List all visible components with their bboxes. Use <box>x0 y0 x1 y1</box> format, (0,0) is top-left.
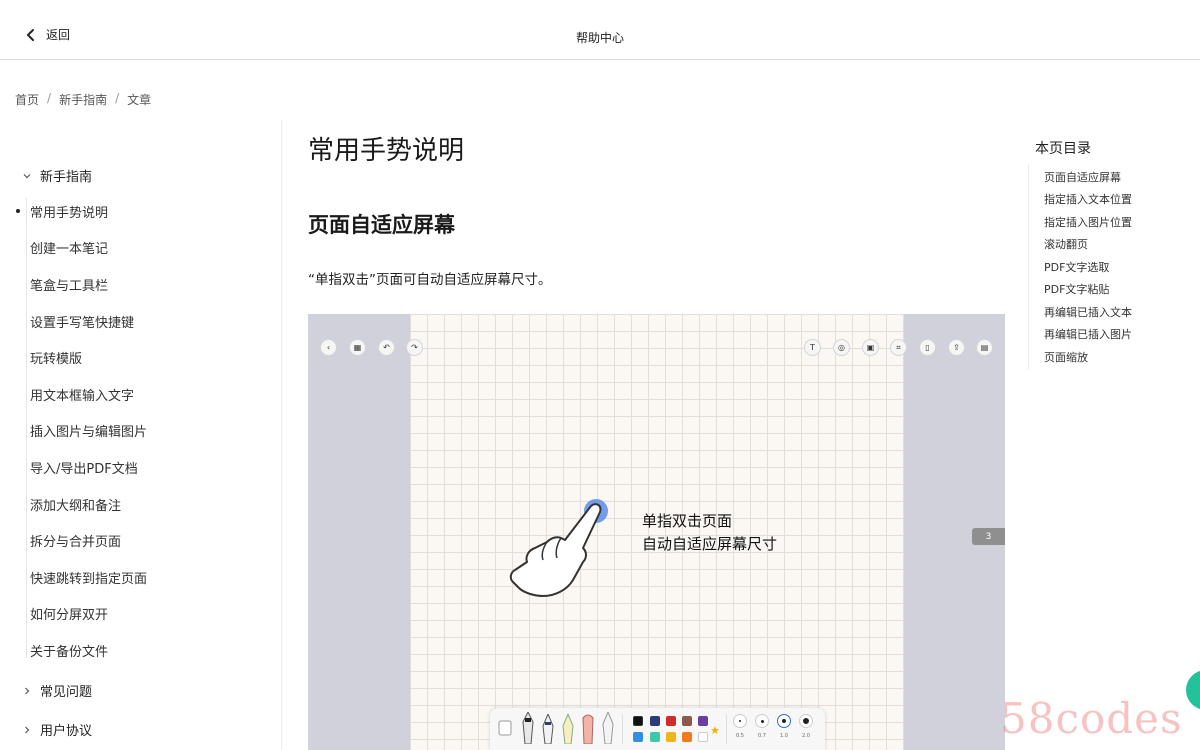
breadcrumb-separator: / <box>115 91 120 105</box>
pen-size-2-0 <box>799 714 813 728</box>
breadcrumb: 首页 / 新手指南 / 文章 <box>15 91 151 108</box>
divider <box>622 714 623 744</box>
sidebar-group-agreement[interactable]: 用户协议 <box>22 720 92 739</box>
toc-list: 页面自适应屏幕 指定插入文本位置 指定插入图片位置 滚动翻页 PDF文字选取 P… <box>1028 164 1168 370</box>
gesture-caption: 单指双击页面 自动自适应屏幕尺寸 <box>642 510 777 556</box>
sidebar: 新手指南 常用手势说明 创建一本笔记 笔盒与工具栏 设置手写笔快捷键 玩转模版 … <box>0 120 282 750</box>
sidebar-item-toolbox[interactable]: 笔盒与工具栏 <box>30 275 108 294</box>
sidebar-item-images[interactable]: 插入图片与编辑图片 <box>30 421 147 440</box>
pen-size-1-0 <box>777 714 791 728</box>
redo-icon: ↷ <box>406 339 423 356</box>
pen-size-0-5 <box>733 714 747 728</box>
color-swatch-yellow <box>666 732 676 742</box>
article-paragraph: “单指双击”页面可自动自适应屏幕尺寸。 <box>308 272 552 288</box>
color-swatch-teal <box>650 732 660 742</box>
toc-item[interactable]: 滚动翻页 <box>1044 236 1088 252</box>
sidebar-item-jump[interactable]: 快速跳转到指定页面 <box>30 568 147 587</box>
sidebar-item-split-merge[interactable]: 拆分与合并页面 <box>30 531 121 550</box>
divider <box>726 714 727 744</box>
sidebar-item-gestures[interactable]: 常用手势说明 <box>15 202 108 221</box>
gesture-caption-line1: 单指双击页面 <box>642 512 733 530</box>
pen-size-label: 0.5 <box>736 733 744 739</box>
breadcrumb-separator: / <box>47 91 52 105</box>
toc-item[interactable]: PDF文字粘贴 <box>1044 281 1109 297</box>
sidebar-item-pen-shortcut[interactable]: 设置手写笔快捷键 <box>30 312 134 331</box>
color-swatch-red <box>666 716 676 726</box>
undo-icon: ↶ <box>378 339 395 356</box>
pen-size-label: 0.7 <box>758 733 766 739</box>
toc-item[interactable]: PDF文字选取 <box>1044 259 1109 275</box>
sidebar-group-guide[interactable]: 新手指南 <box>22 166 92 185</box>
color-swatch-navy <box>650 716 660 726</box>
image-tool-icon: ▣ <box>862 339 879 356</box>
toc-item[interactable]: 指定插入图片位置 <box>1044 214 1132 230</box>
breadcrumb-guide[interactable]: 新手指南 <box>59 91 107 108</box>
hand-gesture-icon <box>509 503 602 597</box>
chevron-right-icon <box>25 726 30 733</box>
sidebar-group-label: 新手指南 <box>40 170 93 185</box>
pen-size-0-7 <box>755 714 769 728</box>
star-icon: ★ <box>710 724 720 737</box>
top-bar: 返回 帮助中心 <box>0 0 1200 60</box>
ballpoint-pen-icon <box>542 714 554 744</box>
color-swatch-white <box>698 732 708 742</box>
page-icon: ▯ <box>919 339 936 356</box>
pen-size-label: 2.0 <box>802 733 810 739</box>
color-swatch-orange <box>682 732 692 742</box>
toc-item[interactable]: 指定插入文本位置 <box>1044 191 1132 207</box>
drawing-toolbar: ★ 0.5 0.7 1.0 2.0 <box>490 708 825 750</box>
sidebar-item-pdf[interactable]: 导入/导出PDF文档 <box>30 458 138 477</box>
section-title: 页面自适应屏幕 <box>308 213 455 237</box>
toc-item[interactable]: 页面自适应屏幕 <box>1044 169 1121 185</box>
breadcrumb-article: 文章 <box>127 93 152 107</box>
pen-size-label: 1.0 <box>780 733 788 739</box>
sidebar-item-templates[interactable]: 玩转模版 <box>30 348 82 367</box>
toc-item[interactable]: 再编辑已插入文本 <box>1044 304 1132 320</box>
eraser-icon <box>498 720 512 736</box>
sidebar-group-label: 常见问题 <box>40 685 93 700</box>
color-swatch-brown <box>682 716 692 726</box>
toc-item[interactable]: 页面缩放 <box>1044 349 1088 365</box>
grid-menu-icon: ▦ <box>349 339 366 356</box>
sidebar-item-backup[interactable]: 关于备份文件 <box>30 641 108 660</box>
sidebar-item-create-note[interactable]: 创建一本笔记 <box>30 238 108 257</box>
sidebar-group-label: 用户协议 <box>40 724 93 739</box>
highlighter-icon <box>562 714 574 744</box>
toc-item[interactable]: 再编辑已插入图片 <box>1044 326 1132 342</box>
page-number-badge: 3 <box>972 528 1005 545</box>
color-swatch-black <box>633 716 643 726</box>
sidebar-toggle-icon: ▤ <box>976 339 993 356</box>
shape-tool-icon: ◎ <box>833 339 850 356</box>
chevron-right-icon <box>25 687 30 694</box>
back-icon: ‹ <box>320 339 337 356</box>
sidebar-item-split-screen[interactable]: 如何分屏双开 <box>30 604 108 623</box>
fountain-pen-icon <box>522 712 534 744</box>
page-title: 帮助中心 <box>575 31 624 45</box>
gesture-caption-line2: 自动自适应屏幕尺寸 <box>642 535 778 553</box>
marker-icon <box>582 714 594 744</box>
watermark: 58codes <box>1000 694 1183 743</box>
sidebar-item-textbox[interactable]: 用文本框输入文字 <box>30 385 134 404</box>
toc-title: 本页目录 <box>1035 141 1091 157</box>
crop-tool-icon: ⌗ <box>890 339 907 356</box>
floating-action-button[interactable] <box>1186 670 1200 710</box>
breadcrumb-home[interactable]: 首页 <box>15 91 39 108</box>
text-tool-icon: T <box>804 339 821 356</box>
color-swatch-blue <box>633 732 643 742</box>
demo-screenshot: ‹ ▦ ↶ ↷ T ◎ ▣ ⌗ ▯ ⇪ ▤ 单指双击页面 自动自适应屏幕尺寸 3 <box>308 314 1005 750</box>
color-swatch-purple <box>698 716 708 726</box>
pencil-icon <box>602 712 614 744</box>
share-icon: ⇪ <box>948 339 965 356</box>
sidebar-group-faq[interactable]: 常见问题 <box>22 681 92 700</box>
chevron-down-icon <box>23 173 31 178</box>
sidebar-item-outline[interactable]: 添加大纲和备注 <box>30 495 121 514</box>
article-title: 常用手势说明 <box>308 136 465 166</box>
